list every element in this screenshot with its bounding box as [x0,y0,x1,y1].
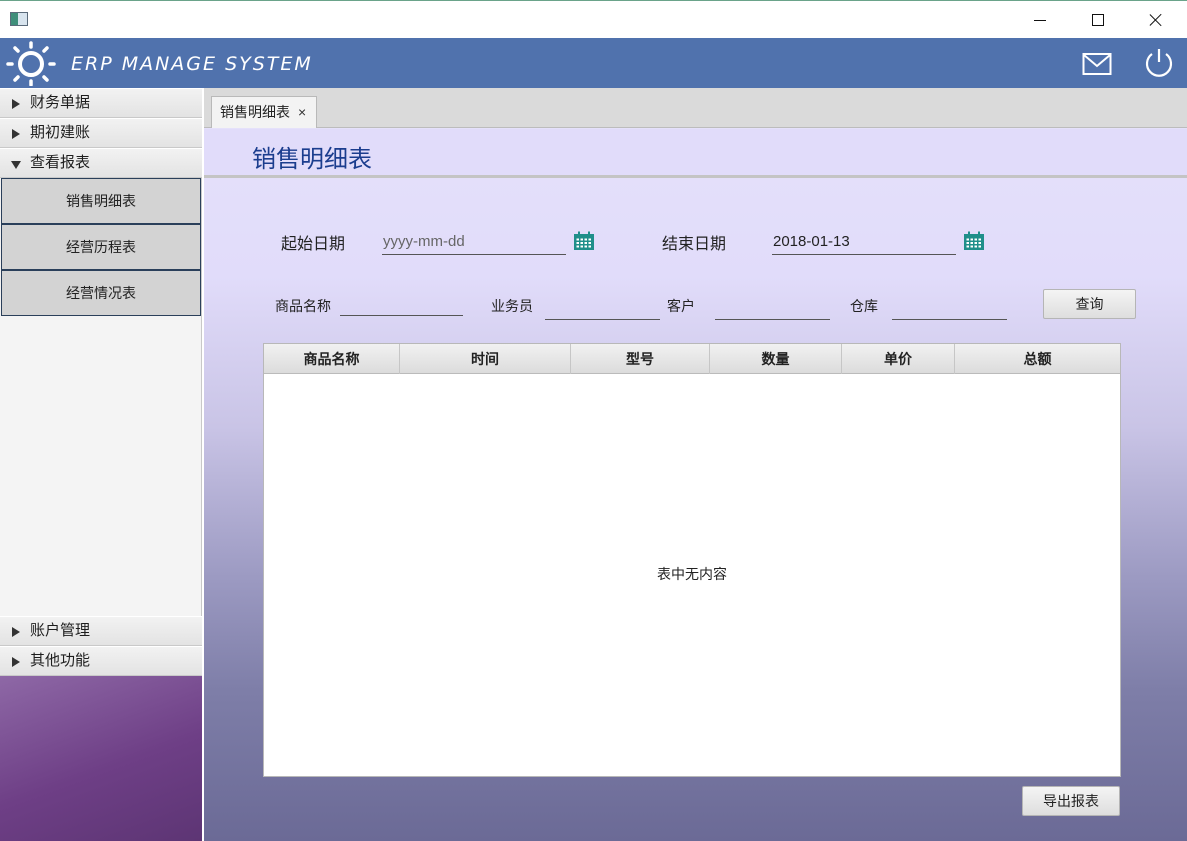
sidebar-group-label: 期初建账 [30,124,91,141]
maximize-button[interactable] [1069,1,1127,39]
sidebar-group-label: 其他功能 [30,652,91,669]
end-date-label: 结束日期 [662,236,727,253]
customer-input[interactable] [715,294,830,320]
minimize-icon [1034,19,1046,21]
window-titlebar [0,0,1187,38]
column-header[interactable]: 型号 [571,344,710,374]
sun-icon [6,41,56,86]
mail-icon[interactable] [1082,51,1112,77]
minimize-button[interactable] [1011,1,1069,39]
warehouse-label: 仓库 [850,298,878,314]
sidebar-group-label: 财务单据 [30,94,91,111]
column-header[interactable]: 单价 [842,344,955,374]
chevron-right-icon [12,627,20,637]
page-title: 销售明细表 [252,146,372,173]
chevron-right-icon [12,657,20,667]
chevron-right-icon [12,99,20,109]
table-header: 商品名称 时间 型号 数量 单价 总额 [264,344,1120,374]
salesperson-label: 业务员 [491,298,533,314]
product-name-label: 商品名称 [275,298,331,314]
export-report-button[interactable]: 导出报表 [1022,786,1120,816]
page-header: 销售明细表 [204,129,1187,178]
column-header[interactable]: 时间 [400,344,571,374]
sidebar-group-opening[interactable]: 期初建账 [0,118,202,148]
end-date-input[interactable] [772,229,956,255]
sidebar-divider [202,88,204,841]
close-icon[interactable]: × [298,97,306,127]
close-button[interactable] [1127,1,1185,39]
query-button[interactable]: 查询 [1043,289,1136,319]
sidebar-group-label: 账户管理 [30,622,91,639]
column-header[interactable]: 数量 [710,344,842,374]
product-name-input[interactable] [340,290,463,316]
chevron-down-icon [11,161,21,169]
chevron-right-icon [12,129,20,139]
customer-label: 客户 [667,298,695,314]
sales-detail-table: 商品名称 时间 型号 数量 单价 总额 表中无内容 [263,343,1121,777]
sidebar-item-operation-status[interactable]: 经营情况表 [1,270,201,316]
tab-sales-detail[interactable]: 销售明细表 × [211,96,317,128]
table-empty-message: 表中无内容 [657,566,727,582]
tab-label: 销售明细表 [220,104,290,120]
app-title: ERP MANAGE SYSTEM [71,53,313,75]
app-header: ERP MANAGE SYSTEM [0,38,1187,88]
column-header[interactable]: 商品名称 [264,344,400,374]
column-header[interactable]: 总额 [955,344,1120,374]
sidebar-group-reports[interactable]: 查看报表 [0,148,202,178]
maximize-icon [1092,14,1104,26]
sidebar-group-label: 查看报表 [30,154,91,171]
sidebar-item-operation-history[interactable]: 经营历程表 [1,224,201,270]
app-window-icon [10,12,28,26]
calendar-icon[interactable] [573,231,595,251]
close-icon [1149,13,1163,27]
tab-bar: 销售明细表 × [204,88,1187,128]
sidebar-group-other[interactable]: 其他功能 [0,646,202,676]
salesperson-input[interactable] [545,294,660,320]
calendar-icon[interactable] [963,231,985,251]
start-date-input[interactable] [382,229,566,255]
sidebar-background [0,676,202,841]
warehouse-input[interactable] [892,294,1007,320]
start-date-label: 起始日期 [281,236,346,253]
sidebar-group-finance[interactable]: 财务单据 [0,88,202,118]
power-icon[interactable] [1142,46,1176,80]
sidebar-item-sales-detail[interactable]: 销售明细表 [1,178,201,224]
sidebar-group-accounts[interactable]: 账户管理 [0,616,202,646]
sidebar: 财务单据 期初建账 查看报表 销售明细表 经营历程表 经营情况表 账户管理 其他… [0,88,202,676]
